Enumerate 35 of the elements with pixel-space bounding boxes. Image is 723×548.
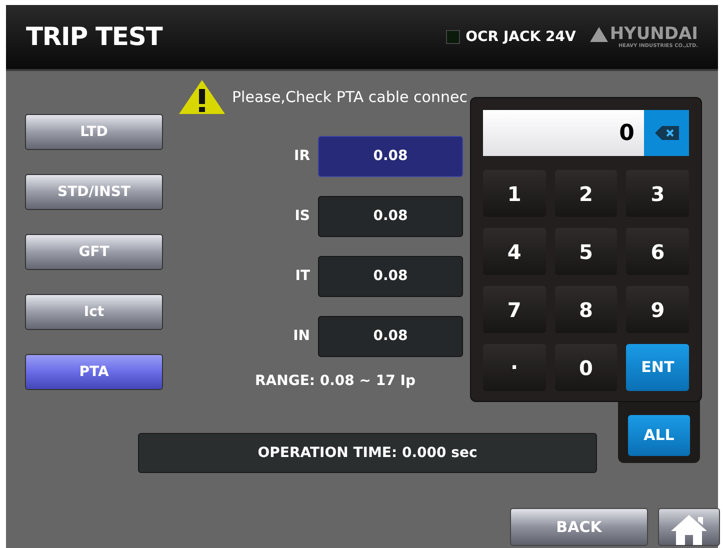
keypad-key[interactable]: 9: [626, 286, 689, 333]
keypad-key[interactable]: 7: [483, 286, 546, 333]
home-button[interactable]: [658, 508, 720, 546]
logo-text: HYUNDAI: [610, 26, 698, 42]
warning-icon: [178, 79, 226, 115]
enter-key[interactable]: ENT: [626, 344, 689, 391]
mode-tab[interactable]: PTA: [25, 354, 163, 390]
current-field[interactable]: 0.08: [318, 256, 463, 297]
current-field[interactable]: 0.08: [318, 136, 463, 177]
home-icon: [669, 513, 709, 545]
keypad-key[interactable]: 3: [626, 170, 689, 217]
backspace-icon: [654, 126, 679, 140]
indicator-label: OCR JACK 24V: [466, 28, 576, 46]
keypad-key[interactable]: 8: [554, 286, 618, 333]
backspace-button[interactable]: [644, 110, 689, 156]
field-label: IS: [294, 207, 310, 226]
current-field[interactable]: 0.08: [318, 316, 463, 357]
keypad-key[interactable]: 1: [483, 170, 546, 217]
range-text: RANGE: 0.08 ~ 17 Ip: [255, 372, 416, 391]
keypad-key[interactable]: 6: [626, 228, 689, 275]
keypad-key[interactable]: 0: [554, 344, 618, 391]
operation-time-display: OPERATION TIME: 0.000 sec: [138, 433, 597, 473]
keypad-key[interactable]: 2: [554, 170, 618, 217]
warning-message: Please,Check PTA cable connec: [232, 86, 468, 108]
keypad-key[interactable]: .: [483, 344, 546, 391]
keypad-display[interactable]: 0: [483, 110, 644, 156]
all-button[interactable]: ALL: [628, 415, 690, 456]
current-field[interactable]: 0.08: [318, 196, 463, 237]
keypad-key[interactable]: 4: [483, 228, 546, 275]
screen-title: TRIP TEST: [26, 21, 162, 54]
triangle-logo-icon: [590, 26, 608, 42]
field-label: IR: [293, 147, 310, 166]
keypad-key[interactable]: 5: [554, 228, 618, 275]
field-label: IN: [292, 327, 310, 346]
field-label: IT: [294, 267, 310, 286]
